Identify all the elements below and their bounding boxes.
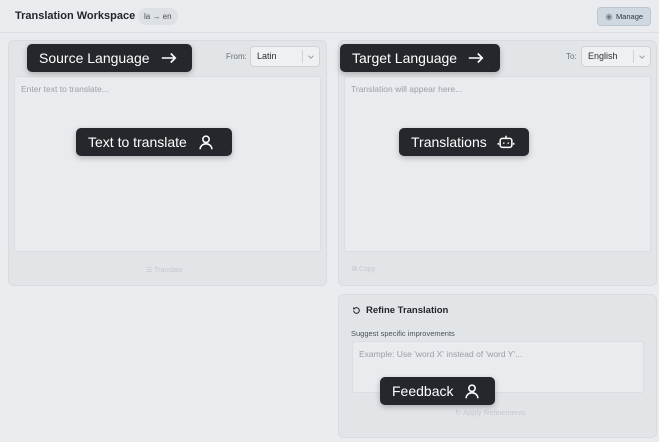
- refine-title: Refine Translation: [352, 305, 448, 316]
- source-language-value: Latin: [257, 51, 277, 61]
- translation-output[interactable]: Translation will appear here...: [344, 76, 651, 252]
- bot-icon: [497, 135, 515, 149]
- translations-callout: Translations: [399, 128, 529, 156]
- apply-refinements-label: Apply Refinements: [462, 408, 526, 417]
- arrow-right-icon: [468, 52, 484, 64]
- translate-button-label: Translate: [154, 267, 184, 274]
- to-label: To:: [566, 52, 577, 61]
- source-language-callout-label: Source Language: [39, 50, 150, 66]
- user-icon: [199, 135, 213, 150]
- text-to-translate-callout: Text to translate: [76, 128, 232, 156]
- target-language-value: English: [588, 51, 618, 61]
- language-pair-badge: la → en: [138, 8, 178, 25]
- select-divider: [633, 50, 634, 63]
- target-language-callout-label: Target Language: [352, 50, 458, 66]
- target-language-callout: Target Language: [340, 44, 500, 72]
- translations-callout-label: Translations: [411, 134, 487, 150]
- app-title: Translation Workspace: [15, 10, 136, 22]
- source-text-input[interactable]: Enter text to translate...: [14, 76, 321, 252]
- refine-subtitle: Suggest specific improvements: [351, 329, 455, 338]
- apply-icon: ↻: [455, 408, 463, 417]
- source-language-callout: Source Language: [27, 44, 192, 72]
- refresh-icon: [353, 307, 360, 314]
- arrow-right-icon: [161, 52, 176, 64]
- refinement-placeholder: Example: Use 'word X' instead of 'word Y…: [359, 349, 523, 359]
- select-divider: [302, 50, 303, 63]
- refine-title-text: Refine Translation: [366, 305, 449, 316]
- apply-refinements-button[interactable]: ↻ Apply Refinements: [455, 408, 526, 417]
- chevron-down-icon: [639, 55, 645, 59]
- copy-button[interactable]: ⧉ Copy: [352, 266, 375, 274]
- copy-button-label: Copy: [358, 266, 376, 273]
- gear-icon: [605, 13, 613, 20]
- manage-button[interactable]: Manage: [597, 7, 651, 26]
- source-placeholder: Enter text to translate...: [21, 84, 109, 94]
- target-language-select[interactable]: English: [581, 46, 651, 67]
- translate-icon: ☰: [146, 267, 155, 274]
- manage-button-label: Manage: [615, 12, 644, 21]
- target-placeholder: Translation will appear here...: [351, 84, 463, 94]
- text-to-translate-callout-label: Text to translate: [88, 134, 187, 150]
- feedback-callout-label: Feedback: [392, 383, 454, 399]
- app-header: Translation Workspace la → en Manage: [0, 0, 659, 33]
- source-language-select[interactable]: Latin: [250, 46, 320, 67]
- user-icon: [465, 384, 480, 399]
- feedback-callout: Feedback: [380, 377, 495, 405]
- translate-button[interactable]: ☰ Translate: [146, 266, 183, 274]
- chevron-down-icon: [308, 55, 314, 59]
- from-label: From:: [226, 52, 247, 61]
- copy-icon: ⧉: [352, 266, 359, 273]
